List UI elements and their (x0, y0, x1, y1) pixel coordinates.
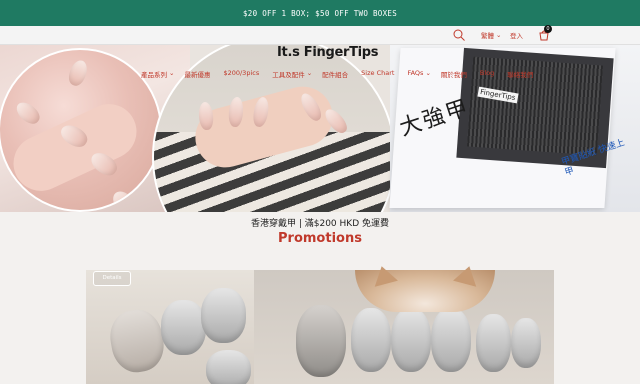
nail-shape (511, 318, 541, 368)
nail-shape (66, 58, 90, 88)
nav-item-contact[interactable]: 聯絡我們 (507, 69, 533, 79)
chevron-down-icon: ⌄ (169, 69, 175, 77)
main-navigation: 產品系列 ⌄ 最新優惠 $200/3pics 工具及配件 ⌄ 配件組合 Size C… (141, 69, 533, 79)
shipping-tagline: 香港穿戴甲 | 滿$200 HKD 免運費 (251, 219, 389, 229)
nav-item-size-chart[interactable]: Size Chart (361, 69, 394, 79)
language-selector[interactable]: 繁體 ⌄ (481, 30, 501, 40)
nail-shape (161, 300, 206, 355)
details-button[interactable]: Details (93, 271, 131, 286)
search-icon[interactable] (452, 28, 466, 42)
nav-item-about[interactable]: 關於我們 (441, 69, 467, 79)
chevron-down-icon: ⌄ (496, 31, 502, 39)
site-logo[interactable]: It.s FingerTips (277, 45, 379, 60)
nav-item-tools[interactable]: 工具及配件 (272, 69, 305, 79)
nav-item-bundles[interactable]: 配件組合 (322, 69, 348, 79)
nail-shape (206, 350, 251, 384)
nav-item-200-3pics[interactable]: $200/3pics (223, 69, 259, 79)
nail-shape (351, 308, 391, 372)
login-link[interactable]: 登入 (510, 30, 523, 40)
nav-item-faqs[interactable]: FAQs (407, 69, 423, 79)
section-title-promotions: Promotions (278, 231, 362, 246)
nav-item-blog[interactable]: Blog (480, 69, 494, 79)
nail-shape (431, 308, 471, 372)
announcement-bar: $20 OFF 1 BOX; $50 OFF TWO BOXES (0, 0, 640, 26)
nail-shape (296, 305, 346, 377)
nail-shape (476, 314, 511, 372)
nav-item-products[interactable]: 產品系列 (141, 69, 167, 79)
hero-circle-image-pink-nails (0, 48, 162, 212)
nail-shape (201, 288, 246, 343)
top-utility-bar: 繁體 ⌄ 登入 0 (0, 25, 640, 45)
cart-count-badge: 0 (544, 25, 552, 33)
chevron-down-icon: ⌄ (425, 69, 431, 77)
chevron-down-icon: ⌄ (306, 69, 313, 77)
nail-shape (12, 98, 44, 128)
nav-item-latest-offers[interactable]: 最新優惠 (184, 69, 210, 79)
announcement-text: $20 OFF 1 BOX; $50 OFF TWO BOXES (242, 8, 398, 18)
nail-shape (391, 308, 431, 372)
language-label: 繁體 (481, 32, 494, 40)
